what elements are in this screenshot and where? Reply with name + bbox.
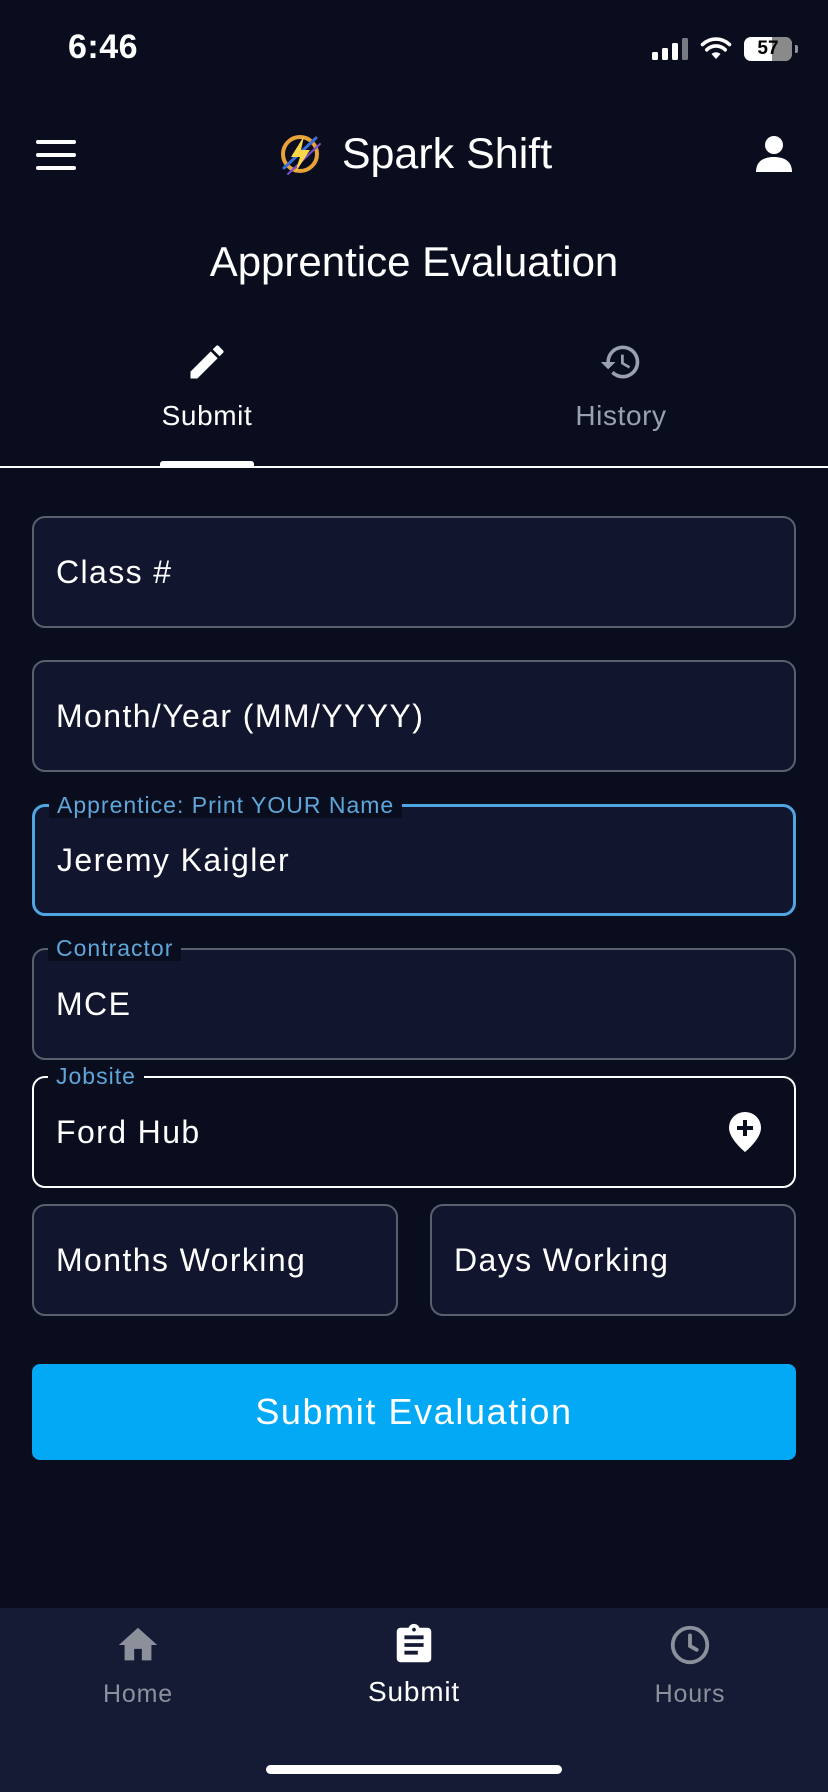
battery-icon: 57 (744, 37, 798, 61)
contractor-field[interactable]: Contractor MCE (32, 935, 796, 1060)
add-location-icon[interactable] (726, 1110, 764, 1154)
status-icons: 57 (652, 34, 798, 64)
submit-evaluation-button[interactable]: Submit Evaluation (32, 1364, 796, 1460)
clock-icon (670, 1625, 710, 1665)
class-number-placeholder: Class # (56, 553, 173, 590)
lightning-logo-icon (280, 135, 321, 175)
days-working-field[interactable]: Days Working (430, 1204, 796, 1316)
nav-submit-label: Submit (368, 1676, 460, 1707)
clipboard-icon (396, 1623, 432, 1663)
pencil-icon (190, 345, 224, 379)
nav-hours[interactable]: Hours (552, 1622, 828, 1712)
battery-level: 57 (757, 38, 779, 59)
home-icon (118, 1627, 158, 1661)
month-year-field[interactable]: Month/Year (MM/YYYY) (32, 660, 796, 772)
tab-submit-label: Submit (161, 400, 253, 431)
apprentice-name-field[interactable]: Apprentice: Print YOUR Name Jeremy Kaigl… (32, 792, 796, 916)
profile-icon[interactable] (750, 130, 798, 178)
page-title: Apprentice Evaluation (209, 238, 619, 285)
tab-history[interactable]: History (414, 340, 828, 468)
app-name: Spark Shift (341, 129, 553, 178)
tab-submit[interactable]: Submit (0, 340, 414, 468)
tab-divider (0, 466, 828, 468)
tab-history-label: History (575, 400, 667, 431)
jobsite-field[interactable]: Jobsite Ford Hub (32, 1063, 796, 1188)
nav-home-label: Home (103, 1680, 173, 1708)
nav-submit[interactable]: Submit (276, 1622, 552, 1712)
nav-hours-label: Hours (654, 1680, 726, 1708)
home-indicator (266, 1765, 562, 1774)
history-icon (600, 345, 640, 379)
status-time: 6:46 (68, 28, 139, 66)
months-working-placeholder: Months Working (56, 1241, 307, 1278)
class-number-field[interactable]: Class # (32, 516, 796, 628)
cellular-signal-icon (652, 38, 688, 60)
jobsite-value: Ford Hub (56, 1113, 201, 1150)
apprentice-name-value: Jeremy Kaigler (57, 841, 291, 878)
months-working-field[interactable]: Months Working (32, 1204, 398, 1316)
wifi-icon (700, 37, 732, 59)
contractor-value: MCE (56, 985, 132, 1022)
nav-home[interactable]: Home (0, 1622, 276, 1712)
month-year-placeholder: Month/Year (MM/YYYY) (56, 697, 425, 734)
app-brand: Spark Shift (0, 126, 828, 182)
days-working-placeholder: Days Working (454, 1241, 670, 1278)
